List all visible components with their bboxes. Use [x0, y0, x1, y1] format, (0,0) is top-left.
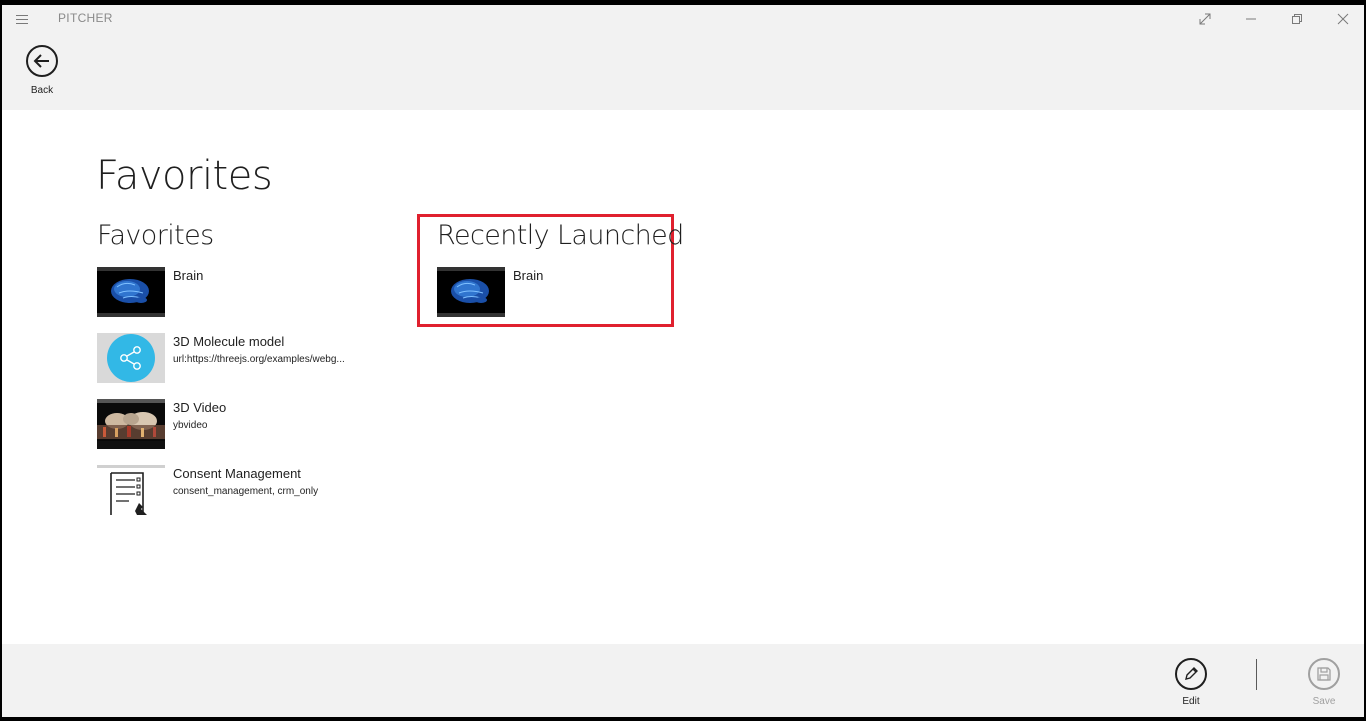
favorites-section: Favorites Brain 3D Molecule model url:ht… — [97, 220, 345, 515]
favorites-section-title: Favorites — [97, 220, 214, 251]
page-title: Favorites — [96, 153, 273, 199]
back-arrow-icon — [26, 45, 58, 77]
pencil-icon — [1175, 658, 1207, 690]
item-title: 3D Video — [173, 400, 227, 415]
bottom-app-bar: Edit Save — [2, 644, 1364, 717]
share-icon — [97, 333, 165, 383]
back-button[interactable]: Back — [20, 45, 64, 101]
top-app-bar: Back — [2, 33, 1364, 110]
item-subtitle: ybvideo — [173, 420, 208, 431]
edit-label: Edit — [1182, 696, 1200, 707]
item-title: Consent Management — [173, 466, 301, 481]
back-label: Back — [30, 85, 54, 96]
item-title: 3D Molecule model — [173, 334, 285, 349]
close-icon[interactable] — [1320, 5, 1364, 33]
document-sign-icon — [97, 465, 165, 515]
recently-launched-title: Recently Launched — [437, 220, 684, 251]
command-separator — [1256, 659, 1257, 690]
app-window: PITCHER Back Favorites Favorites Brain 3… — [2, 5, 1364, 717]
hamburger-menu-icon[interactable] — [12, 9, 34, 29]
item-subtitle: consent_management, crm_only — [173, 486, 319, 497]
item-subtitle: url:https://threejs.org/examples/webg... — [173, 354, 345, 365]
save-label: Save — [1312, 696, 1336, 707]
app-title: PITCHER — [58, 11, 113, 25]
brain-thumbnail — [97, 267, 165, 317]
save-button[interactable]: Save — [1299, 658, 1349, 714]
minimize-icon[interactable] — [1228, 5, 1274, 33]
video-thumbnail — [97, 399, 165, 449]
item-title: Brain — [173, 268, 204, 283]
brain-thumbnail — [437, 267, 505, 317]
fullscreen-icon[interactable] — [1182, 5, 1228, 33]
edit-button[interactable]: Edit — [1166, 658, 1216, 714]
recently-launched-section: Recently Launched Brain — [437, 220, 684, 317]
title-bar: PITCHER — [2, 5, 1364, 33]
restore-icon[interactable] — [1274, 5, 1320, 33]
item-title: Brain — [513, 268, 544, 283]
save-icon — [1308, 658, 1340, 690]
